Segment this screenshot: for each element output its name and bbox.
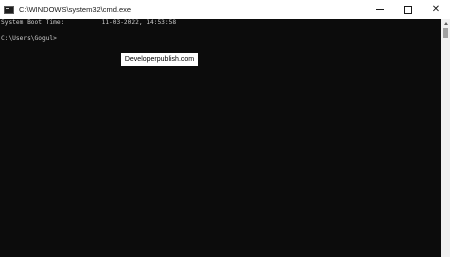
cmd-window: C:\WINDOWS\system32\cmd.exe ✕ System Boo… [0,0,450,257]
scroll-up-arrow-icon[interactable] [441,19,450,27]
window-controls: ✕ [366,0,450,19]
close-icon: ✕ [431,4,441,15]
maximize-icon [404,5,412,14]
window-title: C:\WINDOWS\system32\cmd.exe [19,5,132,14]
scrollbar-thumb[interactable] [443,28,448,38]
maximize-button[interactable] [394,0,422,19]
console-app-icon[interactable] [4,5,14,14]
close-button[interactable]: ✕ [422,0,450,19]
minimize-button[interactable] [366,0,394,19]
console-line-boot-time: System Boot Time: 11-03-2022, 14:53:58 [1,19,177,26]
title-bar[interactable]: C:\WINDOWS\system32\cmd.exe ✕ [0,0,450,19]
vertical-scrollbar[interactable] [441,19,450,257]
minimize-icon [376,9,384,10]
console-prompt[interactable]: C:\Users\Gogul> [1,35,57,43]
console-output[interactable]: System Boot Time: 11-03-2022, 14:53:58 C… [0,19,441,257]
watermark-label: Developerpublish.com [121,53,198,66]
